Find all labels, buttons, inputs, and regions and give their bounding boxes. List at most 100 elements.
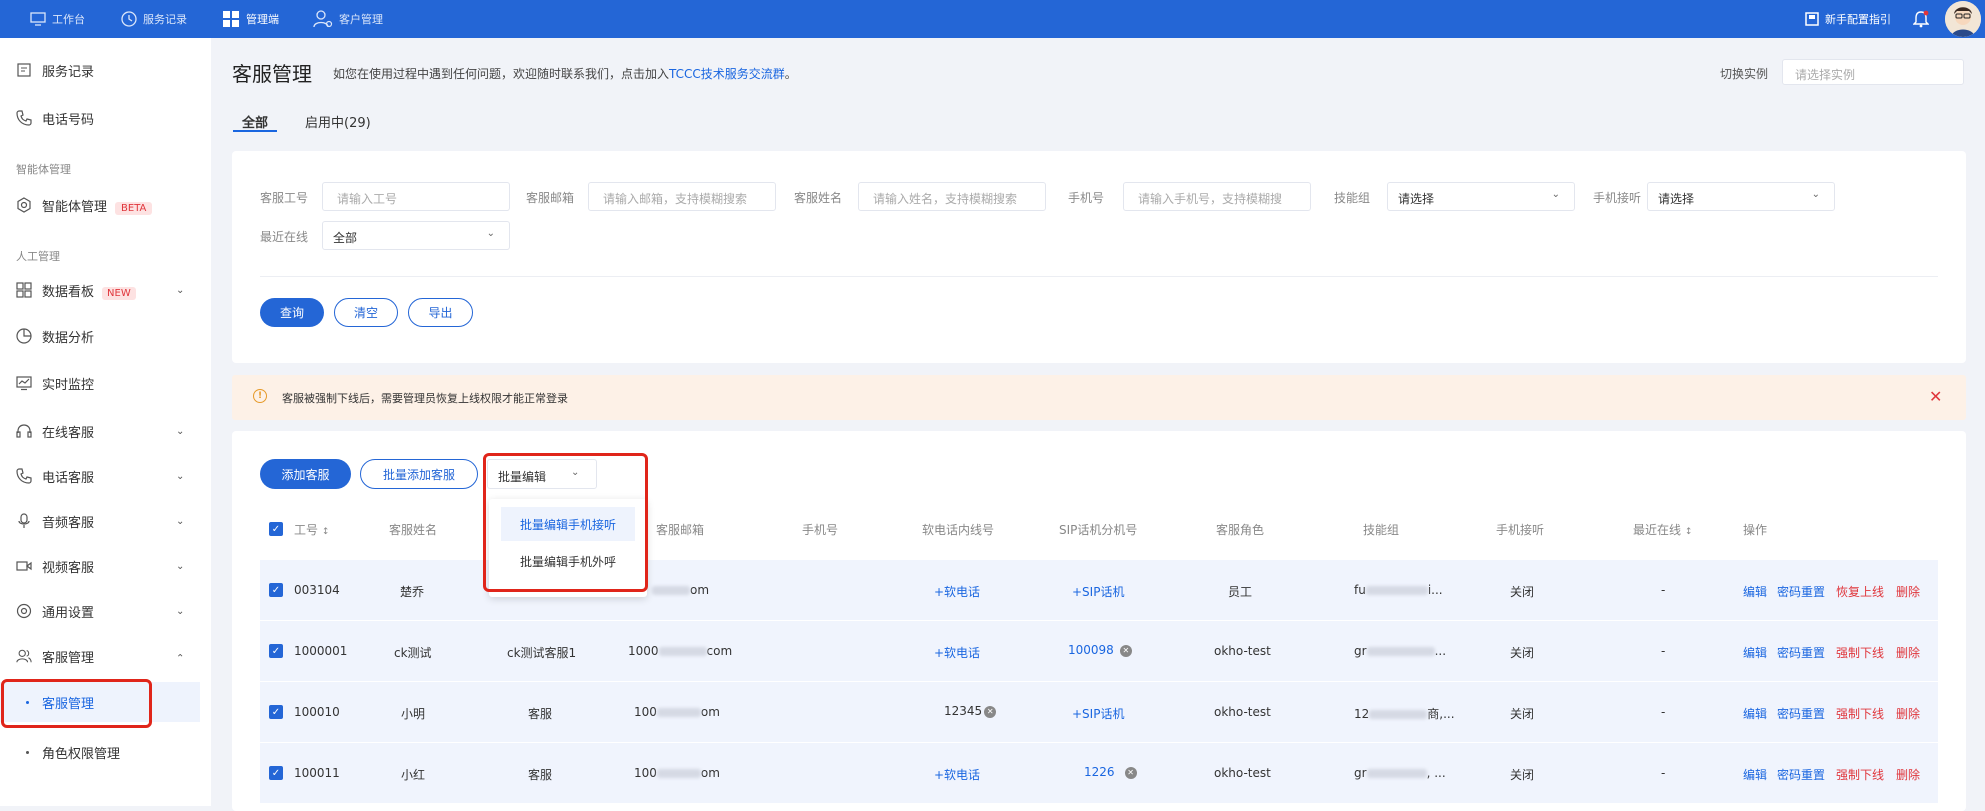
col-header-text: 工号 [294, 523, 319, 537]
blurred-text [658, 647, 707, 656]
nav-service-record[interactable]: 服务记录 [121, 0, 187, 38]
clear-button[interactable]: 清空 [334, 298, 398, 327]
remove-icon[interactable]: ✕ [984, 705, 997, 718]
avatar[interactable] [1945, 1, 1981, 37]
cell-skill: 12 商,... [1354, 705, 1455, 722]
sidebar-item-phone-number[interactable]: 电话号码 [0, 100, 211, 136]
row-checkbox[interactable]: ✓ [269, 644, 283, 658]
filter-label-id: 客服工号 [260, 191, 309, 205]
sidebar-item-agent-management[interactable]: 客服管理 ⌄ [0, 638, 211, 674]
sidebar-item-audio-service[interactable]: 音频客服 ⌄ [0, 503, 211, 539]
skill-prefix: gr [1354, 766, 1367, 780]
remove-icon[interactable]: ✕ [1119, 644, 1132, 657]
edit-link[interactable]: 编辑 [1743, 705, 1767, 722]
sidebar-item-dashboard[interactable]: 数据看板 NEW ⌄ [0, 272, 211, 308]
bell-icon [1913, 10, 1929, 28]
filter-skill-select[interactable]: 请选择 ⌄ [1387, 182, 1575, 211]
filter-email-input[interactable]: 请输入邮箱，支持模糊搜索 [588, 182, 776, 211]
nav-admin[interactable]: 管理端 [222, 0, 279, 38]
sidebar-item-service-record[interactable]: 服务记录 [0, 52, 211, 88]
add-sip-link[interactable]: +SIP话机 [1072, 705, 1124, 722]
guide-link[interactable]: 新手配置指引 [1805, 0, 1891, 38]
instance-select[interactable]: 请选择实例 [1782, 59, 1964, 85]
delete-link[interactable]: 删除 [1896, 583, 1920, 600]
col-header-skill: 技能组 [1363, 523, 1400, 537]
sip-number[interactable]: 100098 [1068, 643, 1114, 657]
close-icon[interactable]: ✕ [1929, 387, 1942, 406]
add-softphone-link[interactable]: +软电话 [934, 644, 980, 661]
table-row: ✓ 100011 小红 客服 100 om +软电话 1226 ✕ okho-tes… [260, 743, 1938, 804]
delete-link[interactable]: 删除 [1896, 705, 1920, 722]
blurred-text [652, 586, 690, 595]
chevron-down-icon: ⌄ [176, 605, 185, 617]
col-header-name: 客服姓名 [389, 523, 438, 537]
row-checkbox[interactable]: ✓ [269, 705, 283, 719]
row-checkbox[interactable]: ✓ [269, 766, 283, 780]
sidebar-item-analysis[interactable]: 数据分析 [0, 318, 211, 354]
reset-password-link[interactable]: 密码重置 [1777, 766, 1825, 783]
sip-number[interactable]: 1226 [1084, 765, 1115, 779]
video-icon [16, 558, 32, 574]
add-softphone-link[interactable]: +软电话 [934, 766, 980, 783]
add-sip-link[interactable]: +SIP话机 [1072, 583, 1124, 600]
export-button[interactable]: 导出 [408, 298, 473, 327]
notification-button[interactable] [1913, 0, 1929, 38]
delete-link[interactable]: 删除 [1896, 644, 1920, 661]
col-header-recent[interactable]: 最近在线 ↕ [1633, 521, 1692, 538]
cell-role: 员工 [1228, 585, 1253, 599]
sidebar-item-label: 通用设置 [42, 605, 95, 621]
tab-all[interactable]: 全部 [242, 112, 268, 131]
blurred-text [1369, 710, 1428, 719]
grid-icon [223, 11, 239, 27]
select-all-checkbox[interactable]: ✓ [269, 522, 283, 536]
reset-password-link[interactable]: 密码重置 [1777, 705, 1825, 722]
sort-icon: ↕ [321, 527, 330, 537]
filter-label-recent: 最近在线 [260, 230, 309, 244]
beta-badge: BETA [115, 201, 153, 215]
query-button[interactable]: 查询 [260, 298, 324, 327]
filter-recent-select[interactable]: 全部 ⌄ [322, 221, 510, 250]
force-offline-link[interactable]: 强制下线 [1836, 644, 1884, 661]
filter-answer-select[interactable]: 请选择 ⌄ [1647, 182, 1835, 211]
sidebar-subitem-role-mgmt[interactable]: 角色权限管理 [0, 732, 211, 772]
sidebar-item-monitor[interactable]: 实时监控 [0, 365, 211, 401]
remove-icon[interactable]: ✕ [1124, 766, 1137, 779]
cell-id: 1000001 [294, 644, 348, 658]
edit-link[interactable]: 编辑 [1743, 766, 1767, 783]
sidebar-item-video-service[interactable]: 视频客服 ⌄ [0, 548, 211, 584]
nav-customer[interactable]: 客户管理 [313, 0, 383, 38]
col-header-answer: 手机接听 [1496, 523, 1545, 537]
notice-banner: ! 客服被强制下线后，需要管理员恢复上线权限才能正常登录 ✕ [232, 375, 1966, 420]
community-link[interactable]: TCCC技术服务交流群 [669, 67, 785, 81]
col-header-ops: 操作 [1743, 523, 1768, 537]
table-row: ✓ 1000001 ck测试 ck测试客服1 1000 com +软电话 1000… [260, 621, 1938, 682]
filter-id-input[interactable]: 请输入工号 [322, 182, 510, 211]
sidebar-item-online-service[interactable]: 在线客服 ⌄ [0, 413, 211, 449]
email-suffix: om [690, 583, 710, 597]
add-softphone-link[interactable]: +软电话 [934, 583, 980, 600]
cell-recent: - [1661, 583, 1666, 597]
skill-suffix: 商,... [1427, 707, 1455, 721]
batch-add-button[interactable]: 批量添加客服 [360, 459, 478, 489]
force-offline-link[interactable]: 强制下线 [1836, 705, 1884, 722]
col-header-id[interactable]: 工号 ↕ [294, 521, 329, 538]
force-offline-link[interactable]: 强制下线 [1836, 766, 1884, 783]
row-checkbox[interactable]: ✓ [269, 583, 283, 597]
sidebar-item-agent-mgmt[interactable]: 智能体管理 BETA [0, 187, 211, 223]
users-icon [16, 648, 32, 664]
edit-link[interactable]: 编辑 [1743, 583, 1767, 600]
filter-name-input[interactable]: 请输入姓名，支持模糊搜索 [858, 182, 1046, 211]
delete-link[interactable]: 删除 [1896, 766, 1920, 783]
sidebar-item-general-settings[interactable]: 通用设置 ⌄ [0, 593, 211, 629]
restore-online-link[interactable]: 恢复上线 [1836, 583, 1884, 600]
cell-nickname: 客服 [528, 768, 553, 782]
sidebar-item-phone-service[interactable]: 电话客服 ⌄ [0, 458, 211, 494]
reset-password-link[interactable]: 密码重置 [1777, 583, 1825, 600]
filter-phone-input[interactable]: 请输入手机号，支持模糊搜 [1123, 182, 1311, 211]
add-agent-button[interactable]: 添加客服 [260, 459, 351, 489]
reset-password-link[interactable]: 密码重置 [1777, 644, 1825, 661]
nav-workbench[interactable]: 工作台 [30, 0, 85, 38]
skill-suffix: ... [1434, 644, 1447, 658]
tab-enabled[interactable]: 启用中(29) [305, 112, 371, 131]
edit-link[interactable]: 编辑 [1743, 644, 1767, 661]
